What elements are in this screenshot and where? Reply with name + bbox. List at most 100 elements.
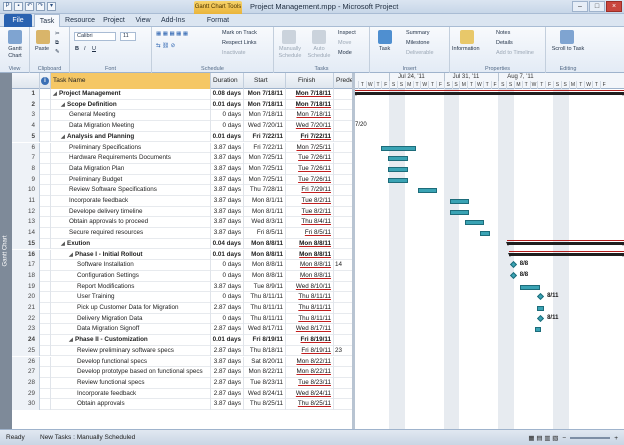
details-button[interactable]: Details (496, 40, 513, 47)
header-predecessors[interactable]: Prede (334, 73, 352, 89)
gantt-chart-button[interactable]: Gantt Chart (2, 46, 28, 60)
task-bar[interactable] (536, 306, 545, 311)
finish-cell[interactable]: Fri 7/29/11 (286, 185, 334, 196)
duration-cell[interactable]: 2.87 days (211, 377, 244, 389)
row-id[interactable]: 25 (12, 345, 40, 357)
link-buttons[interactable]: ⇆ ⛓ ⊘ (156, 43, 175, 50)
finish-cell[interactable]: Tue 7/26/11 (286, 153, 334, 164)
table-row[interactable]: 2 ◢ Scope Definition 0.01 days Mon 7/18/11 Mo… (12, 99, 352, 111)
finish-cell[interactable]: Mon 7/25/11 (286, 142, 334, 154)
summary-bar[interactable] (505, 241, 624, 246)
duration-cell[interactable]: 3.87 days (211, 281, 244, 293)
task-name-cell[interactable]: Review Software Specifications (51, 185, 211, 196)
tab-format[interactable]: Format (198, 14, 238, 27)
start-cell[interactable]: Mon 8/8/11 (244, 260, 286, 271)
start-cell[interactable]: Mon 7/18/11 (244, 99, 286, 111)
predecessors-cell[interactable] (334, 378, 352, 389)
duration-cell[interactable]: 3.87 days (211, 163, 244, 175)
start-cell[interactable]: Fri 7/22/11 (244, 142, 286, 154)
manually-schedule-button[interactable]: Manually Schedule (276, 46, 304, 60)
table-row[interactable]: 30 Obtain approvals 3.87 days Thu 8/25/11 Th… (12, 399, 352, 410)
table-row[interactable]: 28 Review functional specs 2.87 days Tue 8/… (12, 377, 352, 389)
finish-cell[interactable]: Mon 8/8/11 (286, 238, 334, 250)
move-button[interactable]: Move (338, 40, 351, 47)
task-name-cell[interactable]: General Meeting (51, 110, 211, 122)
start-cell[interactable]: Mon 8/1/11 (244, 206, 286, 218)
font-size-select[interactable]: 11 (120, 32, 136, 41)
duration-cell[interactable]: 3.87 days (211, 185, 244, 196)
finish-cell[interactable]: Tue 7/26/11 (286, 163, 334, 175)
task-name-cell[interactable]: Data Migration Meeting (51, 121, 211, 132)
duration-cell[interactable]: 0.04 days (211, 238, 244, 250)
mode-button[interactable]: Mode (338, 50, 352, 57)
indicators-header[interactable]: i (40, 73, 51, 89)
milestone-button[interactable]: Milestone (406, 40, 430, 47)
predecessors-cell[interactable]: 23 (334, 346, 352, 357)
zoom-in-icon[interactable]: + (614, 435, 618, 442)
predecessors-cell[interactable] (334, 89, 352, 100)
row-id[interactable]: 3 (12, 110, 40, 122)
table-row[interactable]: 10 Review Software Specifications 3.87 day… (12, 185, 352, 196)
duration-cell[interactable]: 0 days (211, 110, 244, 122)
predecessors-cell[interactable] (334, 164, 352, 175)
cut-icon[interactable]: ✂ (55, 31, 60, 38)
tab-view[interactable]: View (132, 14, 154, 27)
start-cell[interactable]: Fri 7/22/11 (244, 131, 286, 143)
view-shortcut-icons[interactable]: ▦ ▤ ▥ ▧ (528, 434, 558, 442)
row-id[interactable]: 28 (12, 377, 40, 389)
predecessors-cell[interactable] (334, 121, 352, 132)
row-id[interactable]: 6 (12, 142, 40, 154)
predecessors-cell[interactable] (334, 324, 352, 335)
finish-cell[interactable]: Tue 7/26/11 (286, 174, 334, 186)
row-id[interactable]: 21 (12, 303, 40, 314)
predecessors-cell[interactable] (334, 303, 352, 314)
finish-cell[interactable]: Thu 8/11/11 (286, 292, 334, 303)
inactivate-button[interactable]: Inactivate (222, 50, 246, 57)
predecessors-cell[interactable] (334, 100, 352, 111)
font-name-select[interactable]: Calibri (74, 32, 116, 41)
predecessors-cell[interactable] (334, 271, 352, 282)
table-row[interactable]: 22 Delivery Migration Data 0 days Thu 8/11/… (12, 313, 352, 325)
start-cell[interactable]: Mon 8/22/11 (244, 367, 286, 378)
duration-cell[interactable]: 2.87 days (211, 388, 244, 400)
redo-icon[interactable]: ↷ (36, 2, 45, 11)
milestone-marker[interactable] (537, 293, 545, 301)
task-bar[interactable] (449, 199, 470, 204)
bold-button[interactable]: B (75, 46, 79, 53)
task-name-cell[interactable]: Data Migration Signoff (51, 324, 211, 336)
header-start[interactable]: Start (244, 73, 286, 89)
duration-cell[interactable]: 0.01 days (211, 335, 244, 346)
start-cell[interactable]: Mon 7/25/11 (244, 163, 286, 175)
finish-cell[interactable]: Mon 8/8/11 (286, 260, 334, 271)
finish-cell[interactable]: Mon 8/22/11 (286, 367, 334, 378)
predecessors-cell[interactable] (334, 228, 352, 239)
add-to-timeline-button[interactable]: Add to Timeline (496, 50, 534, 57)
summary-button[interactable]: Summary (406, 30, 430, 37)
start-cell[interactable]: Fri 8/19/11 (244, 335, 286, 346)
task-bar[interactable] (464, 220, 485, 226)
predecessors-cell[interactable] (334, 185, 352, 196)
scroll-to-task-button[interactable]: Scroll to Task (548, 46, 588, 53)
table-row[interactable]: 1 ◢ Project Management 0.08 days Mon 7/18/11… (12, 89, 352, 100)
copy-icon[interactable]: ⧉ (55, 40, 59, 47)
auto-schedule-button[interactable]: Auto Schedule (306, 46, 332, 60)
task-name-cell[interactable]: Report Modifications (51, 281, 211, 293)
close-button[interactable]: × (606, 1, 622, 12)
duration-cell[interactable]: 0.08 days (211, 89, 244, 100)
predecessors-cell[interactable] (334, 292, 352, 303)
finish-cell[interactable]: Fri 7/22/11 (286, 131, 334, 143)
start-cell[interactable]: Tue 8/9/11 (244, 281, 286, 293)
start-cell[interactable]: Mon 7/25/11 (244, 153, 286, 164)
critical-path-line[interactable] (509, 250, 624, 252)
table-row[interactable]: 11 Incorporate feedback 3.87 days Mon 8/1/1… (12, 196, 352, 207)
duration-cell[interactable]: 0 days (211, 313, 244, 325)
duration-cell[interactable]: 3.87 days (211, 174, 244, 186)
mark-on-track-button[interactable]: Mark on Track (222, 30, 257, 37)
table-row[interactable]: 18 Configuration Settings 0 days Mon 8/8/11… (12, 270, 352, 282)
header-finish[interactable]: Finish (286, 73, 334, 89)
predecessors-cell[interactable] (334, 110, 352, 121)
task-bar[interactable] (534, 327, 542, 333)
table-row[interactable]: 27 Develop prototype based on functional … (12, 367, 352, 378)
table-row[interactable]: 5 ◢ Analysis and Planning 0.01 days Fri 7/22… (12, 131, 352, 143)
table-row[interactable]: 13 Obtain approvals to proceed 3.87 days We… (12, 217, 352, 229)
